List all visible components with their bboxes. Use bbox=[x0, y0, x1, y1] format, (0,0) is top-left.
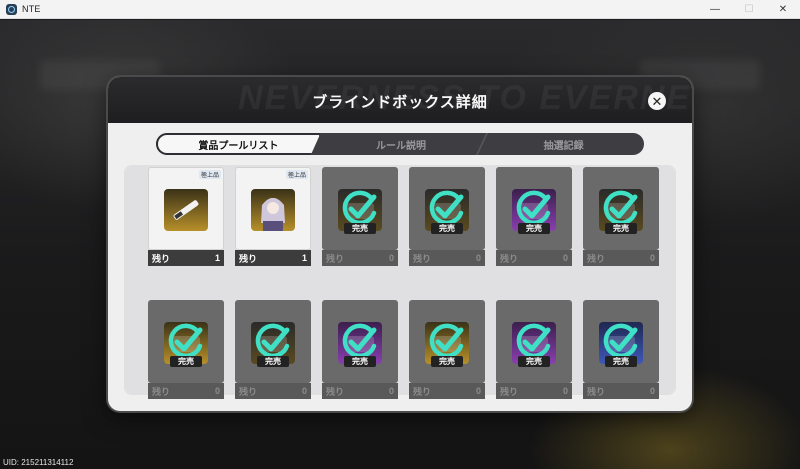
remaining-bar: 残り 0 bbox=[322, 250, 398, 266]
app-logo-icon bbox=[6, 3, 17, 15]
remaining-bar: 残り 0 bbox=[409, 250, 485, 266]
sold-out-label: 完売 bbox=[518, 223, 550, 234]
blind-box-details-dialog: NEVERNESS TO EVERNESS ブラインドボックス詳細 ✕ 賞品プー… bbox=[108, 77, 692, 411]
remaining-label: 残り bbox=[326, 386, 345, 397]
knife-icon bbox=[164, 189, 208, 231]
window-controls: — ☐ ✕ bbox=[698, 0, 800, 19]
sold-out-label: 完売 bbox=[605, 223, 637, 234]
remaining-count: 0 bbox=[388, 386, 394, 396]
remaining-label: 残り bbox=[587, 253, 606, 264]
remaining-label: 残り bbox=[500, 253, 519, 264]
sold-out-label: 完売 bbox=[431, 356, 463, 367]
prize-card[interactable]: 完売残り 0 bbox=[409, 167, 485, 266]
remaining-label: 残り bbox=[413, 253, 432, 264]
remaining-label: 残り bbox=[326, 253, 345, 264]
remaining-count: 0 bbox=[649, 253, 655, 263]
remaining-label: 残り bbox=[152, 253, 171, 264]
dialog-title: ブラインドボックス詳細 bbox=[312, 94, 488, 111]
tab-prize-pool[interactable]: 賞品プールリスト bbox=[156, 133, 321, 155]
close-dialog-button[interactable]: ✕ bbox=[648, 92, 666, 110]
rank-badge: 極上品 bbox=[198, 170, 221, 179]
minimize-button[interactable]: — bbox=[698, 0, 732, 19]
window-title: NTE bbox=[22, 4, 41, 14]
remaining-bar: 残り 0 bbox=[583, 383, 659, 399]
remaining-count: 0 bbox=[649, 386, 655, 396]
remaining-label: 残り bbox=[500, 386, 519, 397]
tab-draw-history[interactable]: 抽選記録 bbox=[483, 133, 644, 155]
uid-label: UID: 215211314112 bbox=[3, 458, 74, 467]
remaining-count: 0 bbox=[562, 386, 568, 396]
prize-card[interactable]: 完売残り 0 bbox=[409, 300, 485, 399]
close-window-button[interactable]: ✕ bbox=[766, 0, 800, 19]
remaining-bar: 残り 0 bbox=[148, 383, 224, 399]
prize-card[interactable]: 完売残り 0 bbox=[583, 300, 659, 399]
remaining-label: 残り bbox=[413, 386, 432, 397]
prize-pool-grid: 極上品 残り 1 極上品 残り 1 完売 残り 0 完売 残り 0 完売 残り 0 完売 残り 0 完売 残り 0 完売残… bbox=[124, 165, 676, 399]
remaining-count: 0 bbox=[214, 386, 220, 396]
remaining-count: 0 bbox=[562, 253, 568, 263]
sold-out-label: 完売 bbox=[518, 356, 550, 367]
prize-card[interactable]: 完売残り 0 bbox=[148, 300, 224, 399]
remaining-label: 残り bbox=[239, 253, 258, 264]
remaining-label: 残り bbox=[152, 386, 171, 397]
sold-out-label: 完売 bbox=[170, 356, 202, 367]
remaining-bar: 残り 0 bbox=[496, 383, 572, 399]
remaining-count: 1 bbox=[301, 253, 307, 263]
sold-out-label: 完売 bbox=[605, 356, 637, 367]
prize-card[interactable]: 完売残り 0 bbox=[322, 300, 398, 399]
sold-out-label: 完売 bbox=[344, 356, 376, 367]
dialog-tabs: 賞品プールリスト ルール説明 抽選記録 bbox=[156, 133, 644, 155]
remaining-bar: 残り 0 bbox=[235, 383, 311, 399]
prize-card[interactable]: 極上品残り 1 bbox=[148, 167, 224, 266]
sold-out-label: 完売 bbox=[257, 356, 289, 367]
close-icon: ✕ bbox=[651, 93, 663, 109]
remaining-bar: 残り 1 bbox=[235, 250, 311, 266]
remaining-bar: 残り 0 bbox=[583, 250, 659, 266]
remaining-count: 0 bbox=[301, 386, 307, 396]
remaining-bar: 残り 0 bbox=[322, 383, 398, 399]
maximize-button[interactable]: ☐ bbox=[732, 0, 766, 19]
remaining-count: 0 bbox=[475, 386, 481, 396]
remaining-bar: 残り 0 bbox=[409, 383, 485, 399]
remaining-count: 0 bbox=[475, 253, 481, 263]
prize-card[interactable]: 完売残り 0 bbox=[583, 167, 659, 266]
character-portrait-icon bbox=[251, 189, 295, 231]
remaining-bar: 残り 0 bbox=[496, 250, 572, 266]
rank-badge: 極上品 bbox=[285, 170, 308, 179]
remaining-label: 残り bbox=[239, 386, 258, 397]
remaining-count: 0 bbox=[388, 253, 394, 263]
prize-card[interactable]: 極上品残り 1 bbox=[235, 167, 311, 266]
remaining-bar: 残り 1 bbox=[148, 250, 224, 266]
prize-card[interactable]: 完売残り 0 bbox=[235, 300, 311, 399]
sold-out-label: 完売 bbox=[344, 223, 376, 234]
prize-card[interactable]: 完売残り 0 bbox=[496, 300, 572, 399]
sold-out-label: 完売 bbox=[431, 223, 463, 234]
prize-card[interactable]: 完売残り 0 bbox=[322, 167, 398, 266]
tab-rules[interactable]: ルール説明 bbox=[321, 133, 482, 155]
prize-card[interactable]: 完売残り 0 bbox=[496, 167, 572, 266]
remaining-count: 1 bbox=[214, 253, 220, 263]
remaining-label: 残り bbox=[587, 386, 606, 397]
dialog-header: NEVERNESS TO EVERNESS ブラインドボックス詳細 ✕ bbox=[108, 77, 692, 123]
window-titlebar: NTE — ☐ ✕ bbox=[0, 0, 800, 19]
